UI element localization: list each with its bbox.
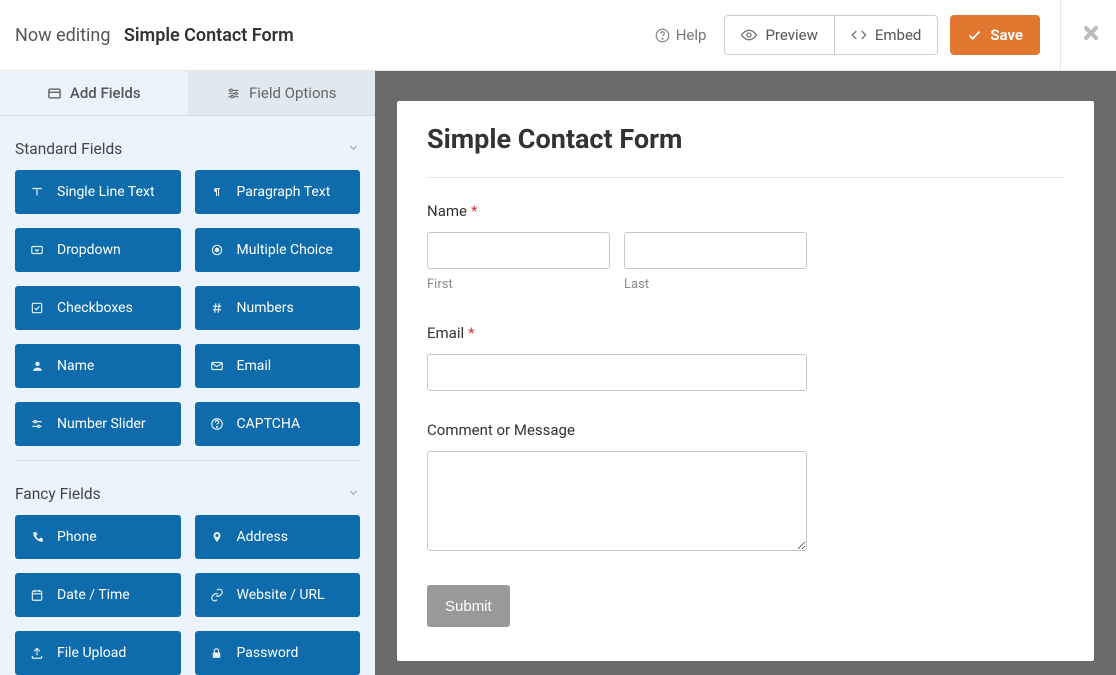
phone-icon	[29, 531, 45, 544]
field-label: Checkboxes	[57, 300, 133, 316]
section-standard-label: Standard Fields	[15, 140, 122, 158]
field-label: Email	[237, 358, 272, 374]
help-link[interactable]: Help	[655, 26, 707, 44]
comment-textarea[interactable]	[427, 451, 807, 551]
sliders-icon	[226, 86, 241, 101]
form-title: Simple Contact Form	[427, 123, 1064, 178]
field-website-url[interactable]: Website / URL	[195, 573, 361, 617]
field-label: File Upload	[57, 645, 126, 661]
hash-icon	[209, 301, 225, 315]
first-name-input[interactable]	[427, 232, 610, 269]
field-label: Paragraph Text	[237, 184, 331, 200]
section-standard-toggle[interactable]: Standard Fields	[15, 130, 360, 170]
check-icon	[967, 28, 982, 43]
field-numbers[interactable]: Numbers	[195, 286, 361, 330]
tab-field-options[interactable]: Field Options	[188, 71, 376, 115]
form-card: Simple Contact Form Name* First Last	[397, 101, 1094, 661]
email-label: Email*	[427, 324, 1064, 342]
upload-icon	[29, 646, 45, 660]
field-email[interactable]: Email	[195, 344, 361, 388]
field-dropdown[interactable]: Dropdown	[15, 228, 181, 272]
save-label: Save	[990, 26, 1023, 44]
required-mark: *	[471, 202, 477, 220]
field-password[interactable]: Password	[195, 631, 361, 675]
field-label: Numbers	[237, 300, 294, 316]
field-number-slider[interactable]: Number Slider	[15, 402, 181, 446]
user-icon	[29, 359, 45, 373]
field-label: Dropdown	[57, 242, 121, 258]
field-address[interactable]: Address	[195, 515, 361, 559]
radio-icon	[209, 243, 225, 257]
tab-add-fields-label: Add Fields	[70, 84, 141, 102]
last-name-sublabel: Last	[624, 277, 807, 292]
form-name-label: Simple Contact Form	[124, 25, 294, 46]
preview-label: Preview	[765, 26, 817, 44]
field-paragraph-text[interactable]: Paragraph Text	[195, 170, 361, 214]
field-label: Single Line Text	[57, 184, 155, 200]
eye-icon	[741, 27, 757, 43]
help-label: Help	[676, 26, 707, 44]
close-icon	[1081, 23, 1101, 43]
question-icon	[209, 417, 225, 431]
field-checkboxes[interactable]: Checkboxes	[15, 286, 181, 330]
sliders-icon	[29, 417, 45, 431]
text-icon	[29, 185, 45, 199]
submit-button[interactable]: Submit	[427, 585, 510, 627]
field-name[interactable]: Name	[15, 344, 181, 388]
form-preview-canvas: Simple Contact Form Name* First Last	[375, 71, 1116, 675]
checkbox-icon	[29, 301, 45, 315]
field-label: Date / Time	[57, 587, 130, 603]
page-title-area: Now editing Simple Contact Form	[15, 25, 294, 46]
field-multiple-choice[interactable]: Multiple Choice	[195, 228, 361, 272]
required-mark: *	[468, 324, 474, 342]
paragraph-icon	[209, 185, 225, 199]
field-label: Password	[237, 645, 299, 661]
link-icon	[209, 588, 225, 602]
field-file-upload[interactable]: File Upload	[15, 631, 181, 675]
field-label: Name	[57, 358, 94, 374]
tab-add-fields[interactable]: Add Fields	[0, 71, 188, 115]
close-button[interactable]	[1081, 23, 1101, 47]
field-label: Address	[237, 529, 288, 545]
last-name-input[interactable]	[624, 232, 807, 269]
first-name-sublabel: First	[427, 277, 610, 292]
field-label: Phone	[57, 529, 97, 545]
code-icon	[851, 27, 867, 43]
dropdown-icon	[29, 243, 45, 257]
field-label: CAPTCHA	[237, 416, 301, 432]
save-button[interactable]: Save	[950, 15, 1040, 55]
envelope-icon	[209, 359, 225, 373]
now-editing-label: Now editing	[15, 25, 110, 46]
lock-icon	[209, 646, 225, 660]
embed-button[interactable]: Embed	[835, 15, 939, 55]
chevron-down-icon	[347, 140, 360, 158]
field-label: Multiple Choice	[237, 242, 333, 258]
name-label: Name*	[427, 202, 1064, 220]
comment-label: Comment or Message	[427, 421, 1064, 439]
email-input[interactable]	[427, 354, 807, 391]
tab-field-options-label: Field Options	[249, 84, 337, 102]
field-single-line-text[interactable]: Single Line Text	[15, 170, 181, 214]
field-label: Website / URL	[237, 587, 325, 603]
preview-button[interactable]: Preview	[724, 15, 834, 55]
field-captcha[interactable]: CAPTCHA	[195, 402, 361, 446]
add-fields-icon	[47, 86, 62, 101]
field-phone[interactable]: Phone	[15, 515, 181, 559]
section-fancy-label: Fancy Fields	[15, 485, 101, 503]
map-pin-icon	[209, 530, 225, 544]
calendar-icon	[29, 588, 45, 602]
field-label: Number Slider	[57, 416, 146, 432]
section-fancy-toggle[interactable]: Fancy Fields	[15, 475, 360, 515]
embed-label: Embed	[875, 26, 922, 44]
field-date-time[interactable]: Date / Time	[15, 573, 181, 617]
chevron-down-icon	[347, 485, 360, 503]
fields-sidebar: Add Fields Field Options Standard Fields…	[0, 71, 375, 675]
help-icon	[655, 28, 670, 43]
